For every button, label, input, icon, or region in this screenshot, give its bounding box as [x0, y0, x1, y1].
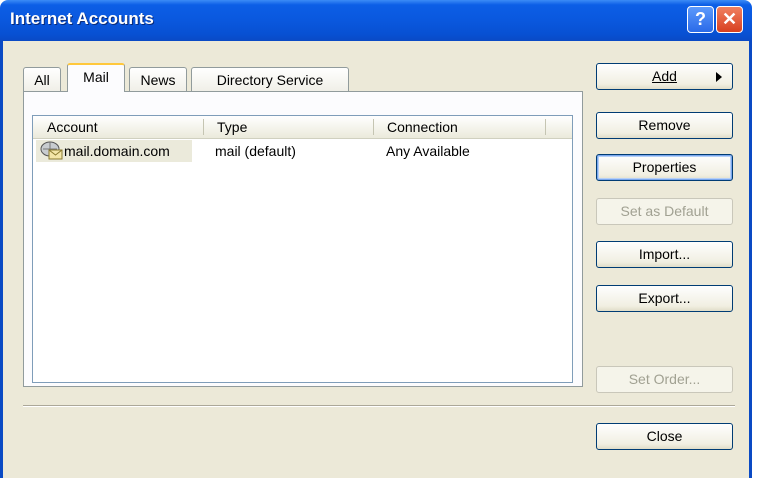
column-divider[interactable] [203, 119, 204, 135]
tab-panel: Account Type Connection mail.domain.com … [23, 91, 583, 387]
tab-all-label: All [34, 72, 50, 88]
account-type: mail (default) [215, 143, 296, 159]
set-order-button[interactable]: Set Order... [596, 366, 733, 393]
remove-button[interactable]: Remove [596, 112, 733, 139]
account-name: mail.domain.com [64, 143, 170, 159]
title-bar[interactable]: Internet Accounts ? ✕ [0, 0, 752, 41]
tab-mail-label: Mail [83, 69, 109, 85]
tab-news-label: News [140, 72, 176, 88]
add-button[interactable]: Add [596, 63, 733, 90]
close-window-button[interactable]: ✕ [716, 6, 743, 33]
properties-button[interactable]: Properties [596, 154, 733, 181]
tab-mail[interactable]: Mail [67, 63, 125, 92]
export-button[interactable]: Export... [596, 285, 733, 312]
separator [23, 405, 735, 407]
account-cell[interactable]: mail.domain.com [36, 140, 192, 162]
column-divider[interactable] [373, 119, 374, 135]
account-connection: Any Available [386, 143, 470, 159]
column-header-connection[interactable]: Connection [387, 119, 458, 135]
tab-directory-service[interactable]: Directory Service [191, 67, 349, 91]
accounts-list[interactable]: Account Type Connection mail.domain.com … [32, 115, 573, 383]
help-icon: ? [695, 9, 706, 29]
tab-all[interactable]: All [23, 67, 61, 91]
column-header-account[interactable]: Account [47, 119, 98, 135]
tab-directory-service-label: Directory Service [216, 72, 324, 88]
column-header-type[interactable]: Type [217, 119, 247, 135]
internet-accounts-window: Internet Accounts ? ✕ All Mail News Dire… [0, 0, 752, 478]
dialog-body: All Mail News Directory Service Account … [0, 41, 752, 478]
help-button[interactable]: ? [687, 6, 714, 33]
column-divider[interactable] [545, 119, 546, 135]
close-icon: ✕ [721, 9, 738, 29]
close-button[interactable]: Close [596, 423, 733, 450]
import-button[interactable]: Import... [596, 241, 733, 268]
window-title: Internet Accounts [10, 9, 154, 28]
mail-account-icon [40, 141, 63, 160]
add-button-label: Add [652, 68, 677, 84]
list-header: Account Type Connection [33, 116, 572, 139]
submenu-arrow-icon [716, 72, 722, 82]
list-item[interactable]: mail.domain.com mail (default) Any Avail… [34, 140, 572, 164]
set-as-default-button[interactable]: Set as Default [596, 198, 733, 225]
tab-news[interactable]: News [129, 67, 187, 91]
